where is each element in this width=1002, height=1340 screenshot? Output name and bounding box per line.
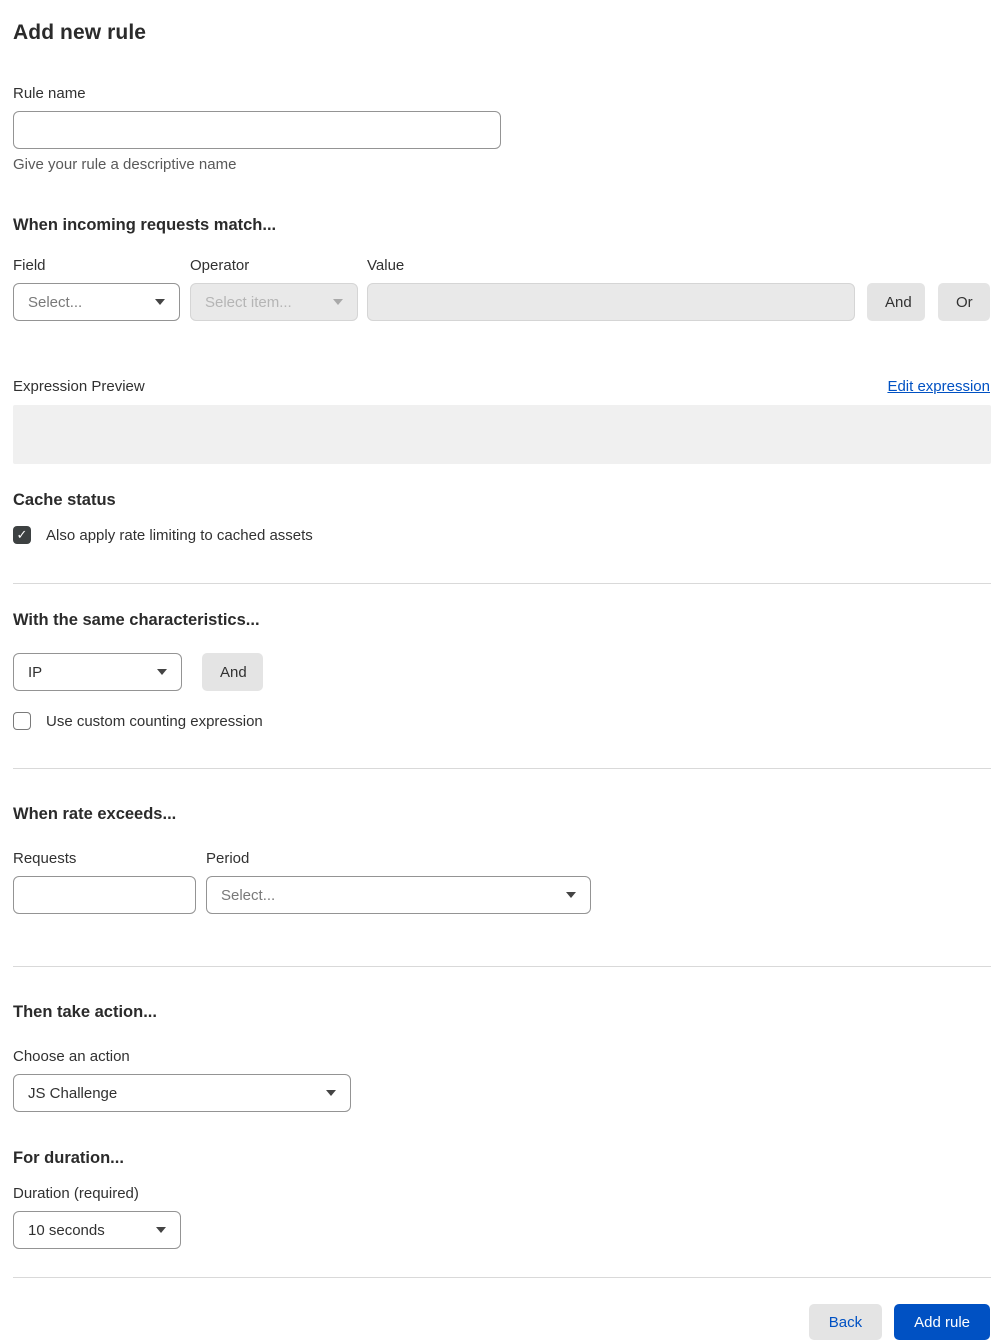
characteristics-heading: With the same characteristics... bbox=[13, 611, 260, 629]
field-select-value: Select... bbox=[28, 293, 83, 311]
cached-assets-checkbox[interactable]: ✓ bbox=[13, 526, 31, 544]
chevron-down-icon bbox=[333, 299, 343, 305]
add-rule-button[interactable]: Add rule bbox=[894, 1304, 990, 1340]
period-select[interactable]: Select... bbox=[206, 876, 591, 914]
custom-counting-checkbox-label: Use custom counting expression bbox=[46, 712, 263, 730]
section-divider bbox=[13, 583, 991, 584]
and-button[interactable]: And bbox=[867, 283, 925, 321]
expression-preview-label: Expression Preview bbox=[13, 378, 145, 395]
or-button[interactable]: Or bbox=[938, 283, 990, 321]
characteristics-and-button[interactable]: And bbox=[202, 653, 263, 691]
characteristics-select[interactable]: IP bbox=[13, 653, 182, 691]
chevron-down-icon bbox=[326, 1090, 336, 1096]
requests-input[interactable] bbox=[13, 876, 196, 914]
chevron-down-icon bbox=[155, 299, 165, 305]
value-input bbox=[367, 283, 855, 321]
footer-divider bbox=[13, 1277, 991, 1278]
rule-name-helper: Give your rule a descriptive name bbox=[13, 156, 237, 173]
characteristics-select-value: IP bbox=[28, 663, 43, 681]
requests-label: Requests bbox=[13, 850, 77, 867]
section-divider bbox=[13, 768, 991, 769]
period-label: Period bbox=[206, 850, 250, 867]
cache-status-heading: Cache status bbox=[13, 491, 116, 509]
operator-select: Select item... bbox=[190, 283, 358, 321]
value-label: Value bbox=[367, 257, 405, 274]
chevron-down-icon bbox=[157, 669, 167, 675]
custom-counting-checkbox[interactable] bbox=[13, 712, 31, 730]
period-select-value: Select... bbox=[221, 886, 276, 904]
add-rule-form: Add new rule Rule name Give your rule a … bbox=[0, 0, 1002, 1340]
rule-name-input[interactable] bbox=[13, 111, 501, 149]
section-divider bbox=[13, 966, 991, 967]
checkmark-icon: ✓ bbox=[16, 527, 28, 542]
action-select[interactable]: JS Challenge bbox=[13, 1074, 351, 1112]
rate-heading: When rate exceeds... bbox=[13, 805, 177, 823]
match-section-heading: When incoming requests match... bbox=[13, 216, 277, 234]
action-select-value: JS Challenge bbox=[28, 1084, 118, 1102]
field-label: Field bbox=[13, 257, 46, 274]
duration-heading: For duration... bbox=[13, 1149, 124, 1167]
action-label: Choose an action bbox=[13, 1048, 130, 1065]
back-button[interactable]: Back bbox=[808, 1304, 883, 1340]
duration-label: Duration (required) bbox=[13, 1185, 139, 1202]
expression-preview-box bbox=[13, 405, 991, 464]
field-select[interactable]: Select... bbox=[13, 283, 180, 321]
chevron-down-icon bbox=[156, 1227, 166, 1233]
action-heading: Then take action... bbox=[13, 1003, 157, 1021]
duration-select-value: 10 seconds bbox=[28, 1221, 105, 1239]
chevron-down-icon bbox=[566, 892, 576, 898]
page-title: Add new rule bbox=[13, 21, 147, 44]
operator-label: Operator bbox=[190, 257, 250, 274]
operator-select-value: Select item... bbox=[205, 293, 292, 311]
rule-name-label: Rule name bbox=[13, 85, 86, 102]
duration-select[interactable]: 10 seconds bbox=[13, 1211, 181, 1249]
cached-assets-checkbox-label: Also apply rate limiting to cached asset… bbox=[46, 526, 313, 544]
edit-expression-link[interactable]: Edit expression bbox=[887, 378, 990, 395]
